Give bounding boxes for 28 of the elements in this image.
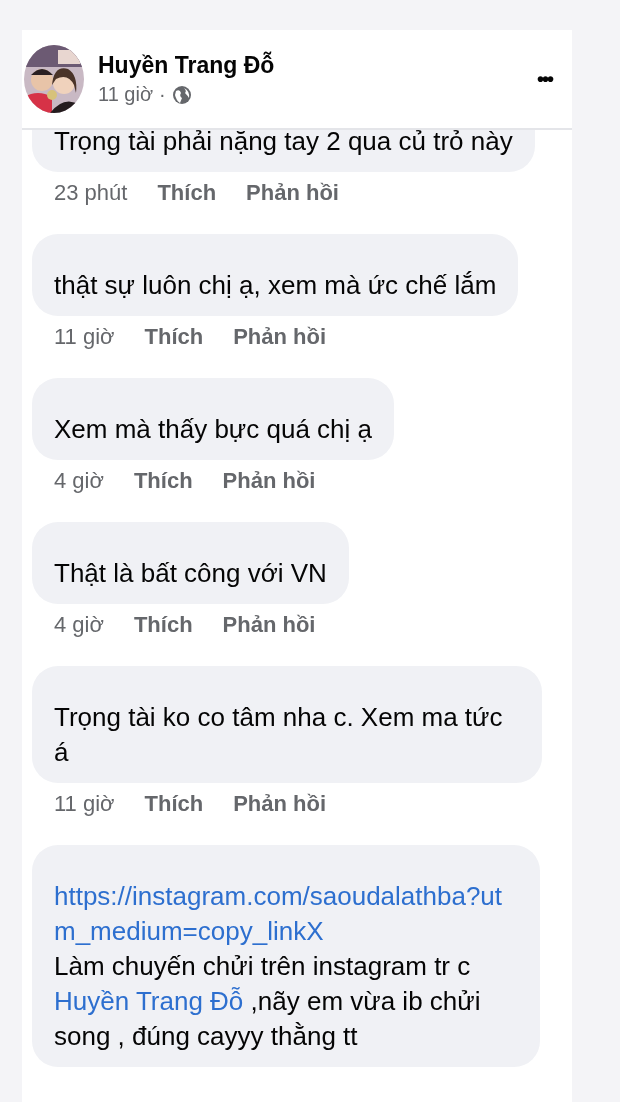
reply-link[interactable]: Phản hồi <box>233 325 327 349</box>
comment-time: 11 giờ <box>54 325 115 349</box>
comment-time: 4 giờ <box>54 613 104 637</box>
like-link[interactable]: Thích <box>133 469 193 493</box>
comment-text: Trọng tài phải nặng tay 2 qua củ trỏ này <box>54 125 513 158</box>
reply-link[interactable]: Phản hồi <box>246 181 339 205</box>
like-link[interactable]: Thích <box>144 792 204 816</box>
post-time: 11 giờ <box>98 83 153 106</box>
link[interactable]: https://instagram.com/saoudalathba?utm_medium=copy_linkX <box>54 879 518 949</box>
reply-link[interactable]: Phản hồi <box>233 792 327 816</box>
comment-time: 4 giờ <box>54 469 104 493</box>
globe-icon <box>171 84 192 105</box>
mention-link[interactable]: Huyền Trang Đỗ <box>54 986 244 1016</box>
like-link[interactable]: Thích <box>144 325 204 349</box>
reply-link[interactable]: Phản hồi <box>222 469 316 493</box>
like-link[interactable]: Thích <box>133 613 193 637</box>
comment-time: 23 phút <box>54 181 128 205</box>
comment-text: Trọng tài ko co tâm nha c. Xem ma tức á <box>54 701 504 769</box>
comment-text: thật sự luôn chị ạ, xem mà ức chế lắm <box>54 269 497 302</box>
more-icon[interactable]: ••• <box>537 67 552 91</box>
comment-text: Thật là bất công với VN <box>54 557 327 590</box>
comment-time: 11 giờ <box>54 792 115 816</box>
author-name[interactable]: Huyền Trang Đỗ <box>98 52 523 79</box>
reply-link[interactable]: Phản hồi <box>222 613 316 637</box>
comment-text: Xem mà thấy bực quá chị ạ <box>54 413 372 446</box>
separator-dot: · <box>159 83 166 106</box>
like-link[interactable]: Thích <box>157 181 217 205</box>
comment-text: Làm chuyến chửi trên instagram tr c Huyền Trang Đỗ ,nãy em vừa ib chửi song , đúng cayyy thằng tt <box>54 950 482 1053</box>
